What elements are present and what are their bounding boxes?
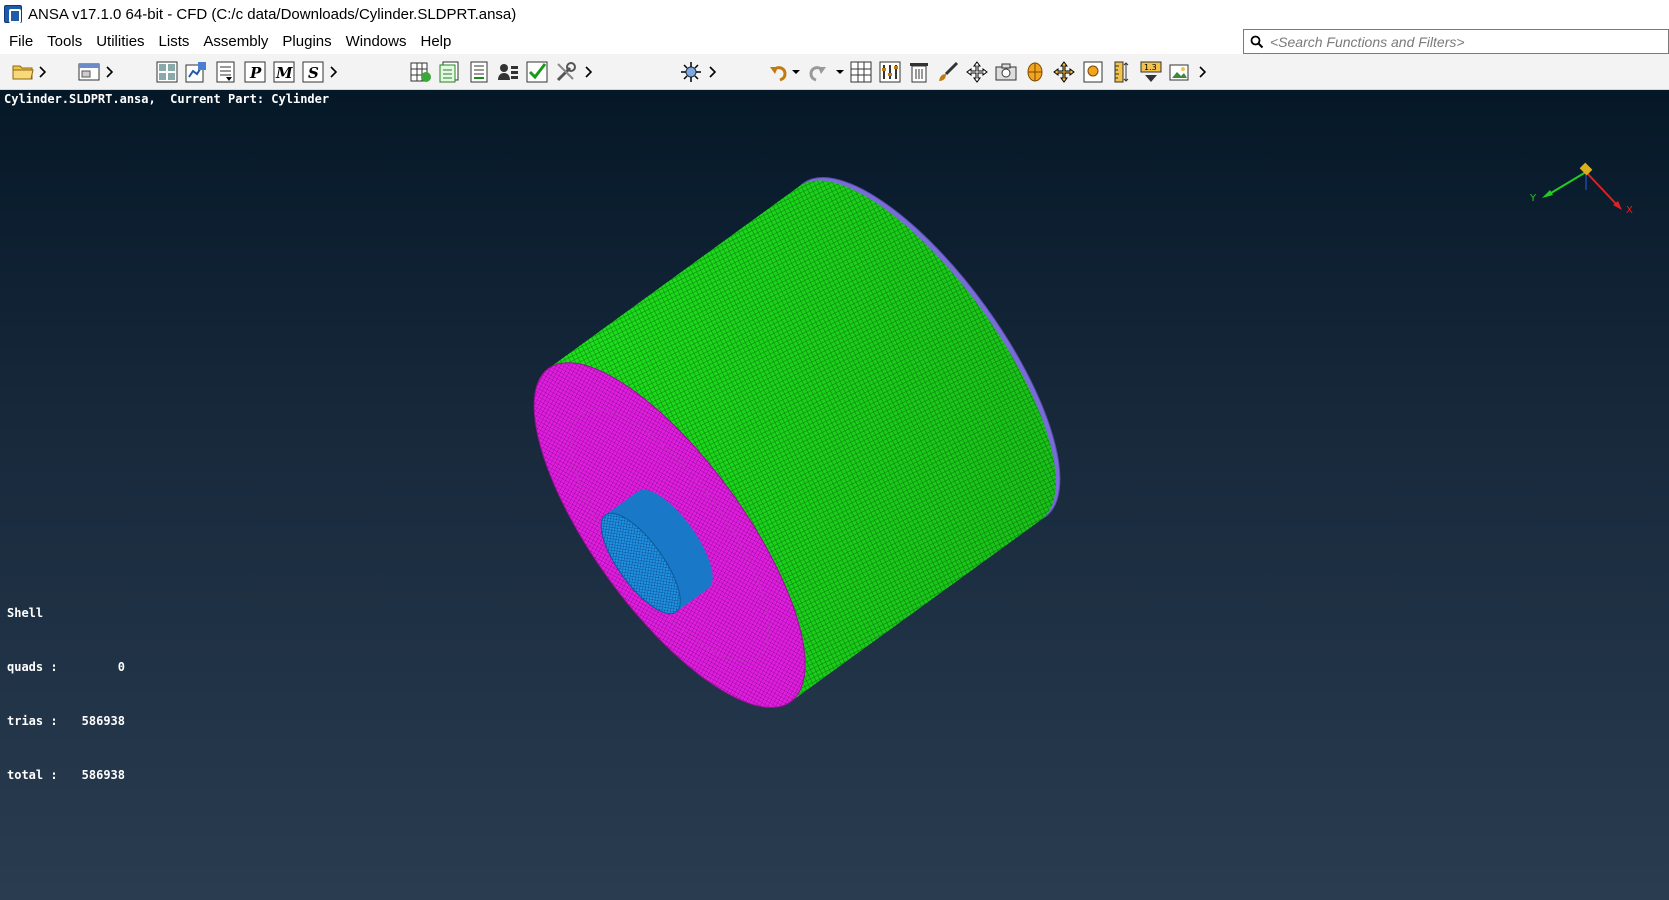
fit-icon[interactable] [1051, 58, 1077, 86]
menu-help[interactable]: Help [417, 33, 458, 50]
mesh-icon[interactable] [408, 58, 434, 86]
menu-windows[interactable]: Windows [343, 33, 414, 50]
brush-icon[interactable] [935, 58, 961, 86]
report-icon[interactable] [466, 58, 492, 86]
transform-icon[interactable] [678, 58, 704, 86]
redo-icon[interactable] [804, 58, 830, 86]
total-label: total : [7, 768, 58, 782]
m-icon[interactable]: M [271, 58, 297, 86]
menu-lists[interactable]: Lists [156, 33, 197, 50]
chevron-right-icon[interactable] [36, 62, 48, 82]
window-icon[interactable] [76, 58, 102, 86]
window-title: ANSA v17.1.0 64-bit - CFD (C:/c data/Dow… [28, 5, 517, 23]
svg-text:P: P [249, 64, 262, 82]
svg-text:S: S [308, 64, 319, 82]
grid-icon[interactable] [848, 58, 874, 86]
show-hide-icon[interactable] [154, 58, 180, 86]
search-box[interactable] [1243, 29, 1669, 54]
cylinder-model[interactable] [0, 90, 1669, 900]
bars-icon[interactable] [877, 58, 903, 86]
open-folder-icon[interactable] [10, 58, 36, 86]
scale-icon[interactable]: 1.3 [1138, 58, 1164, 86]
axis-y-label: Y [1529, 193, 1537, 204]
move-icon[interactable] [964, 58, 990, 86]
image-icon[interactable] [1167, 58, 1193, 86]
menu-utilities[interactable]: Utilities [93, 33, 151, 50]
cube-icon[interactable] [1022, 58, 1048, 86]
stats-title: Shell [7, 606, 44, 620]
menu-tools[interactable]: Tools [44, 33, 89, 50]
connections-icon[interactable] [437, 58, 463, 86]
trias-value: 586938 [81, 714, 125, 728]
menu-file[interactable]: File [6, 33, 40, 50]
s-icon[interactable]: S [300, 58, 326, 86]
chevron-right-icon[interactable] [327, 62, 339, 82]
quads-value: 0 [117, 660, 125, 674]
delete-icon[interactable] [906, 58, 932, 86]
chevron-down-icon[interactable] [790, 62, 802, 82]
ansa-logo-icon [4, 5, 22, 23]
check-icon[interactable] [524, 58, 550, 86]
mesh-statistics: Shell quads : 0 trias : 586938 total : 5… [7, 568, 125, 820]
screen-icon[interactable] [1080, 58, 1106, 86]
search-icon [1244, 35, 1270, 49]
toolbar: P M S 1.3 [0, 54, 1669, 90]
undo-icon[interactable] [766, 58, 792, 86]
axis-triad: Y X [1529, 162, 1633, 216]
pick-icon[interactable] [183, 58, 209, 86]
graphics-viewport[interactable]: Cylinder.SLDPRT.ansa, Current Part: Cyli… [0, 90, 1669, 900]
chevron-right-icon[interactable] [706, 62, 718, 82]
menu-assembly[interactable]: Assembly [200, 33, 275, 50]
camera-icon[interactable] [993, 58, 1019, 86]
svg-text:1.3: 1.3 [1144, 63, 1157, 72]
stats-row-total: total : 586938 [7, 766, 125, 784]
chevron-right-icon[interactable] [103, 62, 115, 82]
stats-row-quads: quads : 0 [7, 658, 125, 676]
p-icon[interactable]: P [242, 58, 268, 86]
menu-plugins[interactable]: Plugins [279, 33, 338, 50]
tools-icon[interactable] [553, 58, 579, 86]
users-icon[interactable] [495, 58, 521, 86]
svg-text:M: M [275, 64, 293, 82]
trias-label: trias : [7, 714, 58, 728]
search-input[interactable] [1270, 30, 1668, 53]
total-value: 586938 [81, 768, 125, 782]
chevron-down-icon[interactable] [834, 62, 846, 82]
ruler-icon[interactable] [1109, 58, 1135, 86]
title-bar: ANSA v17.1.0 64-bit - CFD (C:/c data/Dow… [0, 0, 1669, 28]
axis-x-label: X [1626, 205, 1633, 216]
chevron-right-icon[interactable] [582, 62, 594, 82]
chevron-right-icon[interactable] [1196, 62, 1208, 82]
stats-row-trias: trias : 586938 [7, 712, 125, 730]
list-icon[interactable] [213, 58, 239, 86]
quads-label: quads : [7, 660, 58, 674]
